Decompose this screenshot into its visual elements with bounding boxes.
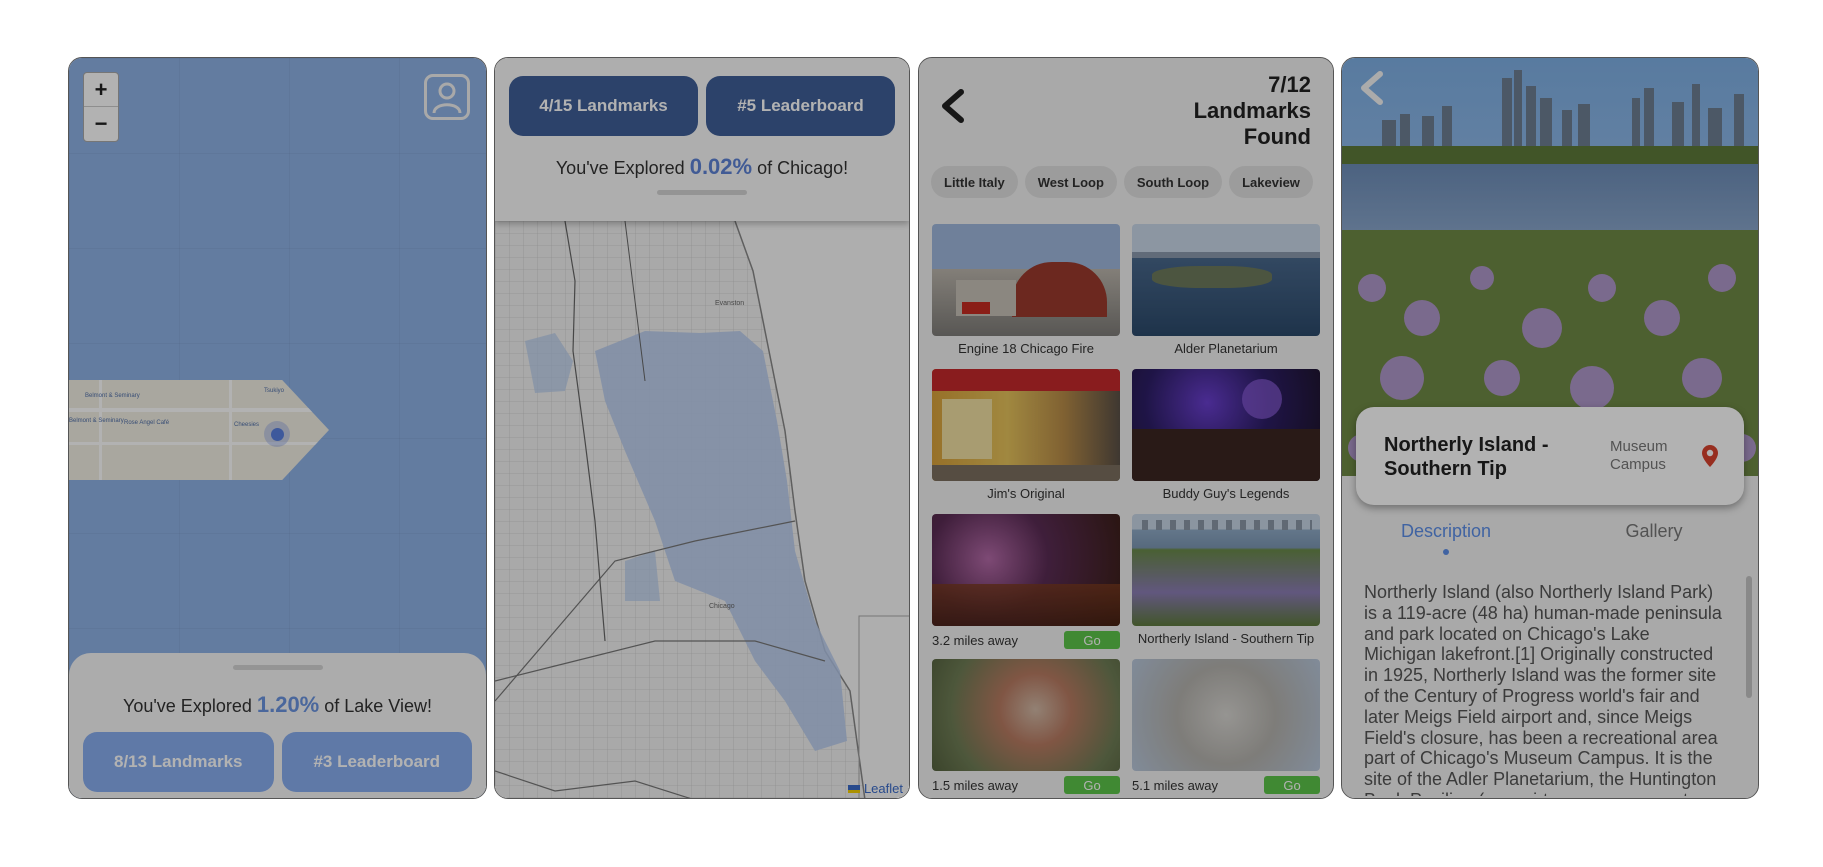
landmark-name: Buddy Guy's Legends <box>1162 486 1290 501</box>
screen-neighborhood-map: Belmont & Seminary Belmont & Seminary Ro… <box>68 57 487 799</box>
landmark-photo-blurred <box>1132 659 1320 771</box>
tab-gallery[interactable]: Gallery <box>1550 521 1758 542</box>
detail-tabs: Description Gallery <box>1342 521 1758 555</box>
chip-little-italy[interactable]: Little Italy <box>931 166 1018 198</box>
go-button[interactable]: Go <box>1264 776 1320 794</box>
landmark-area: Museum Campus <box>1610 438 1668 473</box>
leaderboard-button[interactable]: #3 Leaderboard <box>281 732 472 792</box>
found-label-2: Found <box>1243 124 1311 149</box>
landmark-card[interactable]: Alder Planetarium <box>1132 224 1320 369</box>
distance-label: 1.5 miles away <box>932 777 1018 793</box>
landmark-photo <box>1132 514 1320 626</box>
screen-landmarks-list: 7/12 Landmarks Found Little Italy West L… <box>918 57 1334 799</box>
landmark-photo-blurred <box>932 514 1120 626</box>
map-label: Evanston <box>715 300 744 307</box>
landmark-name: Jim's Original <box>987 486 1065 501</box>
landmarks-header: 7/12 Landmarks Found <box>919 58 1333 158</box>
description-scrollbar[interactable] <box>1746 576 1752 698</box>
screen-city-map: 4/15 Landmarks #5 Leaderboard You've Exp… <box>494 57 910 799</box>
tab-description[interactable]: Description <box>1342 521 1550 555</box>
back-chevron-icon[interactable] <box>937 88 971 124</box>
landmark-grid: Engine 18 Chicago Fire Alder Planetarium… <box>932 224 1322 798</box>
map-label: Tsukiyo <box>264 388 285 394</box>
map-pin-icon[interactable] <box>1702 445 1718 467</box>
screen-landmark-detail: Northerly Island - Southern Tip Museum C… <box>1341 57 1759 799</box>
landmark-photo <box>932 224 1120 336</box>
leaflet-attribution[interactable]: Leaflet <box>848 781 903 796</box>
landmark-card[interactable]: Northerly Island - Southern Tip <box>1132 514 1320 659</box>
landmark-title: Northerly Island - Southern Tip <box>1384 434 1549 480</box>
explored-suffix: of Chicago! <box>752 158 849 178</box>
go-button[interactable]: Go <box>1064 776 1120 794</box>
sheet-handle[interactable] <box>232 665 323 670</box>
landmark-name: Northerly Island - Southern Tip <box>1137 631 1315 646</box>
explored-prefix: You've Explored <box>122 696 257 716</box>
zoom-out-button[interactable]: − <box>84 107 118 141</box>
landmark-card[interactable]: 1.5 miles away Go <box>932 659 1120 798</box>
profile-button[interactable] <box>424 74 470 120</box>
map-label: Chicago <box>709 603 735 610</box>
landmark-card[interactable]: 5.1 miles away Go <box>1132 659 1320 798</box>
distance-label: 5.1 miles away <box>1132 777 1218 793</box>
explored-summary: You've Explored 1.20% of Lake View! <box>69 692 486 718</box>
attribution-link[interactable]: Leaflet <box>864 781 903 796</box>
map-label: Belmont & Seminary <box>69 418 124 424</box>
sheet-handle[interactable] <box>657 190 747 195</box>
found-label-1: Landmarks <box>1193 98 1311 123</box>
map-label: Rose Angel Café <box>124 420 170 426</box>
landmarks-button[interactable]: 4/15 Landmarks <box>509 76 698 136</box>
landmark-photo-blurred <box>932 659 1120 771</box>
ukraine-flag-icon <box>848 785 861 793</box>
explored-suffix: of Lake View! <box>319 696 432 716</box>
chip-south-loop[interactable]: South Loop <box>1123 166 1223 198</box>
landmark-description: Northerly Island (also Northerly Island … <box>1364 582 1722 796</box>
user-icon <box>432 82 462 114</box>
city-map[interactable]: Evanston Chicago Leaflet <box>495 221 909 798</box>
go-button[interactable]: Go <box>1064 631 1120 649</box>
chip-lakeview[interactable]: Lakeview <box>1229 166 1313 198</box>
landmark-name: Engine 18 Chicago Fire <box>958 341 1094 356</box>
landmark-card[interactable]: Engine 18 Chicago Fire <box>932 224 1120 369</box>
distance-label: 3.2 miles away <box>932 632 1018 648</box>
map-label: Cheesies <box>234 422 260 428</box>
landmark-info-card: Northerly Island - Southern Tip Museum C… <box>1356 407 1744 505</box>
explored-street-strip: Belmont & Seminary Belmont & Seminary Ro… <box>69 380 329 480</box>
landmark-name: Alder Planetarium <box>1174 341 1278 356</box>
map-label: Belmont & Seminary <box>85 393 140 399</box>
landmark-photo <box>932 369 1120 481</box>
leaderboard-button[interactable]: #5 Leaderboard <box>706 76 895 136</box>
landmark-card[interactable]: Jim's Original <box>932 369 1120 514</box>
landmark-photo <box>1132 369 1320 481</box>
current-location-marker <box>264 421 290 447</box>
landmark-photo <box>1132 224 1320 336</box>
city-header: 4/15 Landmarks #5 Leaderboard You've Exp… <box>495 58 909 221</box>
chip-west-loop[interactable]: West Loop <box>1024 166 1117 198</box>
found-count: 7/12 <box>1268 72 1311 97</box>
landmark-card[interactable]: 3.2 miles away Go <box>932 514 1120 659</box>
zoom-in-button[interactable]: + <box>84 73 118 107</box>
landmark-card[interactable]: Buddy Guy's Legends <box>1132 369 1320 514</box>
zoom-control: + − <box>83 72 119 142</box>
exploration-sheet: You've Explored 1.20% of Lake View! 8/13… <box>69 653 486 798</box>
neighborhood-chips: Little Italy West Loop South Loop Lakevi… <box>931 166 1313 198</box>
explored-summary: You've Explored 0.02% of Chicago! <box>495 154 909 180</box>
chicago-map-graphic: Evanston Chicago <box>495 221 909 798</box>
explored-prefix: You've Explored <box>555 158 690 178</box>
landmarks-found-count: 7/12 Landmarks Found <box>1194 72 1311 150</box>
explored-percentage: 0.02% <box>689 154 753 179</box>
back-chevron-icon[interactable] <box>1358 70 1388 106</box>
explored-percentage: 1.20% <box>256 692 320 717</box>
landmarks-button[interactable]: 8/13 Landmarks <box>83 732 274 792</box>
